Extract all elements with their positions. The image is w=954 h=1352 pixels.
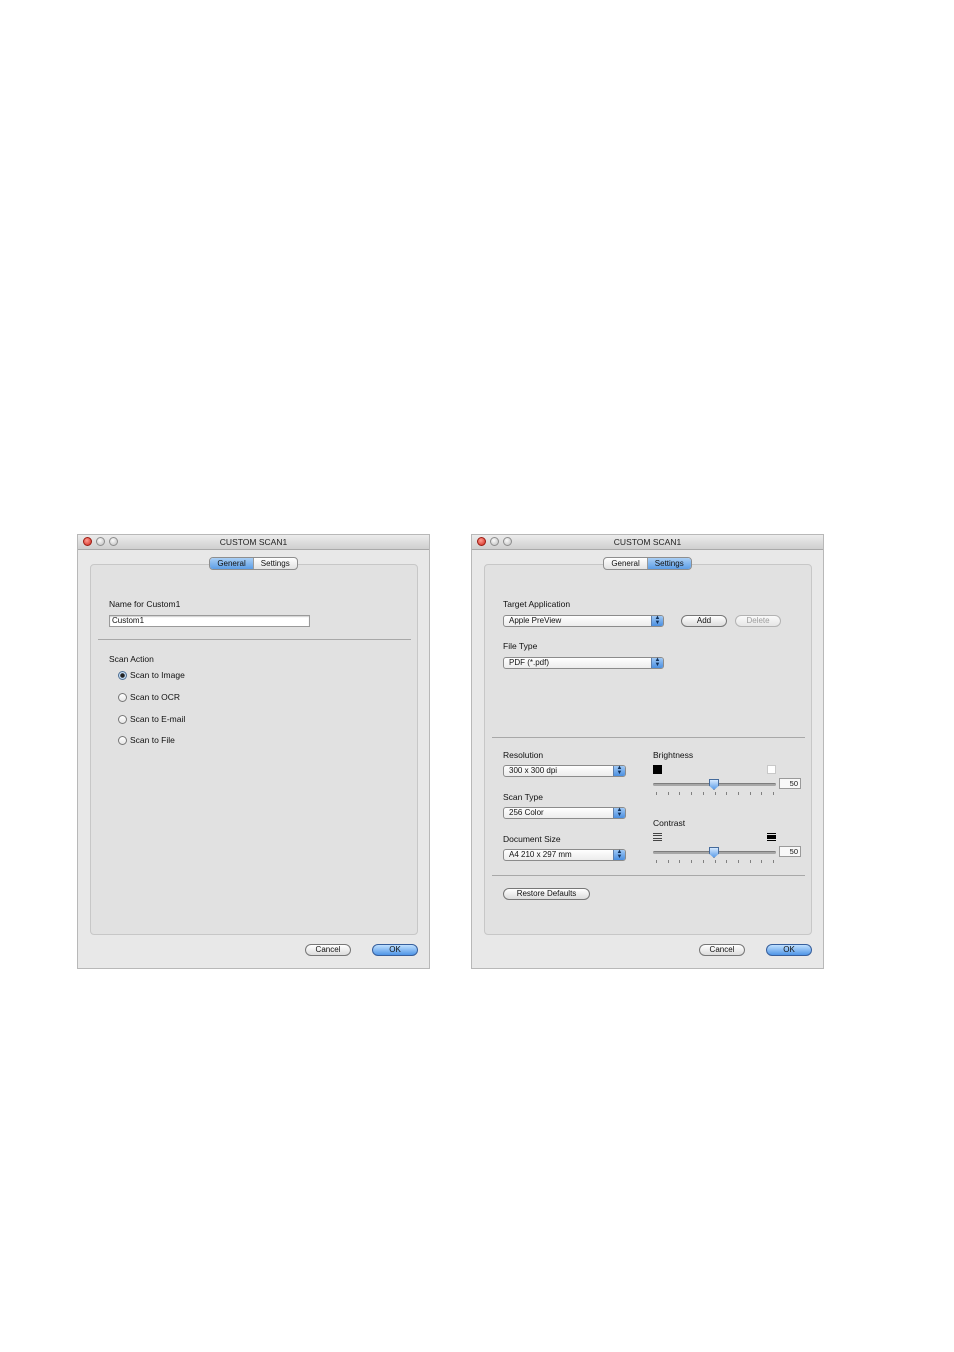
select-value: Apple PreView — [509, 616, 562, 625]
document-size-label: Document Size — [503, 834, 561, 844]
custom-scan-window-general: CUSTOM SCAN1 General Settings Name for C… — [77, 534, 430, 969]
scan-action-label: Scan Action — [109, 654, 154, 664]
tab-bar: General Settings — [78, 557, 429, 570]
low-contrast-lines-icon — [653, 833, 662, 841]
resolution-select[interactable]: 300 x 300 dpi ▲ ▼ — [503, 765, 626, 777]
radio-label: Scan to E-mail — [130, 714, 186, 724]
brightness-label: Brightness — [653, 750, 694, 760]
contrast-value-field[interactable]: 50 — [779, 846, 801, 857]
name-input[interactable]: Custom1 — [109, 615, 310, 627]
tab-general[interactable]: General — [604, 558, 646, 569]
brightness-slider-ticks — [656, 792, 774, 796]
updown-arrows-icon: ▲ ▼ — [613, 765, 625, 776]
divider — [492, 737, 805, 738]
scan-type-select[interactable]: 256 Color ▲ ▼ — [503, 807, 626, 819]
scan-type-label: Scan Type — [503, 792, 544, 802]
updown-arrows-icon: ▲ ▼ — [651, 657, 663, 668]
radio-scan-to-image[interactable]: Scan to Image — [118, 670, 185, 680]
tab-bar: General Settings — [472, 557, 823, 570]
radio-scan-to-ocr[interactable]: Scan to OCR — [118, 692, 180, 702]
radio-empty-icon — [118, 714, 127, 724]
ok-button[interactable]: OK — [766, 944, 812, 956]
updown-arrows-icon: ▲ ▼ — [613, 807, 625, 818]
restore-defaults-button[interactable]: Restore Defaults — [503, 888, 590, 900]
select-value: PDF (*.pdf) — [509, 658, 550, 667]
radio-label: Scan to OCR — [130, 692, 181, 702]
radio-empty-icon — [118, 735, 127, 745]
divider — [492, 875, 805, 876]
select-value: A4 210 x 297 mm — [509, 850, 572, 859]
cancel-button[interactable]: Cancel — [305, 944, 351, 956]
high-contrast-lines-icon — [767, 833, 776, 841]
radio-scan-to-email[interactable]: Scan to E-mail — [118, 714, 185, 724]
title-bar[interactable]: CUSTOM SCAN1 — [78, 535, 429, 550]
updown-arrows-icon: ▲ ▼ — [613, 849, 625, 860]
radio-empty-icon — [118, 692, 127, 702]
resolution-label: Resolution — [503, 750, 544, 760]
white-square-icon — [767, 765, 776, 774]
cancel-button[interactable]: Cancel — [699, 944, 745, 956]
document-size-select[interactable]: A4 210 x 297 mm ▲ ▼ — [503, 849, 626, 861]
tab-general[interactable]: General — [210, 558, 253, 569]
black-square-icon — [653, 765, 662, 774]
radio-selected-icon — [118, 670, 127, 680]
delete-button: Delete — [735, 615, 781, 627]
contrast-label: Contrast — [653, 818, 686, 828]
contrast-slider-ticks — [656, 860, 774, 864]
file-type-label: File Type — [503, 641, 538, 651]
file-type-select[interactable]: PDF (*.pdf) ▲ ▼ — [503, 657, 664, 669]
select-value: 300 x 300 dpi — [509, 766, 558, 775]
tab-settings[interactable]: Settings — [252, 558, 297, 569]
title-bar[interactable]: CUSTOM SCAN1 — [472, 535, 823, 550]
radio-scan-to-file[interactable]: Scan to File — [118, 735, 175, 745]
updown-arrows-icon: ▲ ▼ — [651, 615, 663, 626]
radio-label: Scan to File — [130, 735, 175, 745]
target-application-select[interactable]: Apple PreView ▲ ▼ — [503, 615, 664, 627]
divider — [98, 639, 411, 640]
window-title: CUSTOM SCAN1 — [613, 537, 682, 547]
select-value: 256 Color — [509, 808, 544, 817]
add-button[interactable]: Add — [681, 615, 727, 627]
brightness-value-field[interactable]: 50 — [779, 778, 801, 789]
radio-label: Scan to Image — [130, 670, 185, 680]
name-field-label: Name for Custom1 — [109, 599, 181, 609]
ok-button[interactable]: OK — [372, 944, 418, 956]
tab-settings[interactable]: Settings — [646, 558, 691, 569]
custom-scan-window-settings: CUSTOM SCAN1 General Settings Target App… — [471, 534, 824, 969]
target-application-label: Target Application — [503, 599, 571, 609]
window-title: CUSTOM SCAN1 — [219, 537, 288, 547]
